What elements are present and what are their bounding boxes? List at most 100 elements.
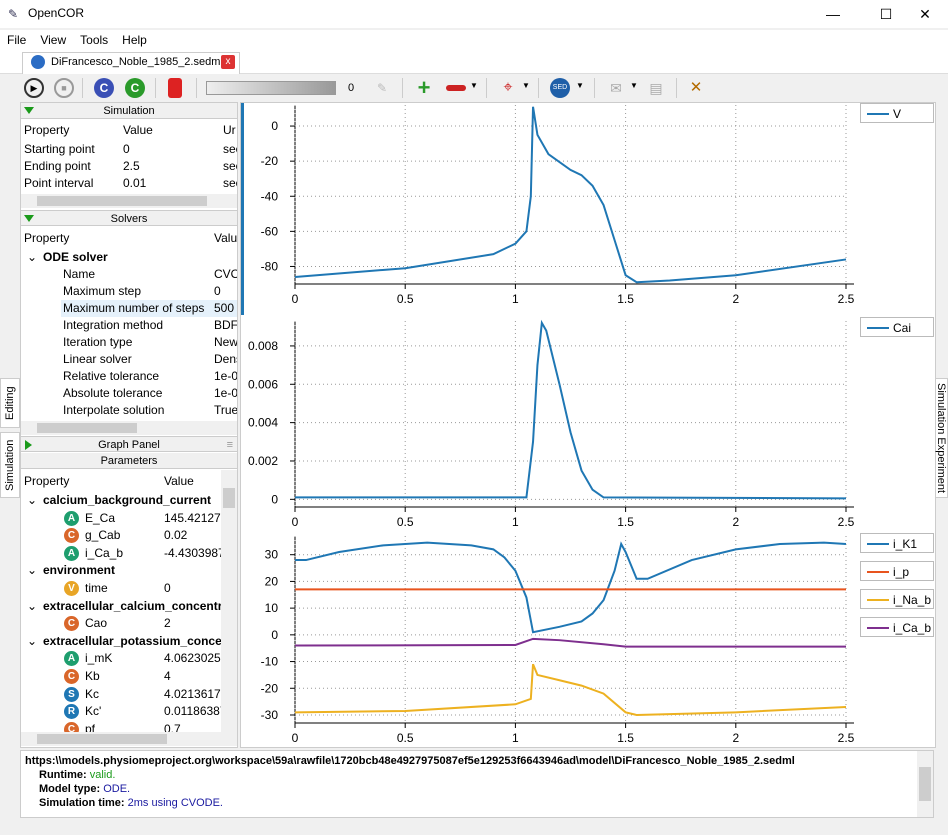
solver-row[interactable]: Integration method BDF: [21, 317, 237, 334]
ode-solver-group[interactable]: ⌄ ODE solver: [21, 249, 237, 266]
horizontal-scrollbar[interactable]: [21, 421, 237, 435]
add-graph-panel-icon[interactable]: +: [414, 77, 434, 99]
parameter-value[interactable]: 4: [164, 668, 171, 685]
simulation-side-tab[interactable]: Simulation: [0, 432, 20, 498]
x-tick-label: 0.5: [397, 731, 414, 745]
property-value[interactable]: 2.5: [123, 158, 140, 175]
chevron-down-icon: ⌄: [27, 633, 38, 648]
parameter-row[interactable]: R Kc' 0.01186387: [21, 703, 221, 720]
property-value[interactable]: 0: [214, 283, 221, 300]
parameter-row[interactable]: C Cao 2: [21, 615, 221, 632]
tools-icon[interactable]: ✕: [686, 78, 706, 98]
parameter-row[interactable]: S Kc 4.02136170: [21, 686, 221, 703]
property-value[interactable]: CVO: [214, 266, 237, 283]
property-value[interactable]: Dens: [214, 351, 237, 368]
file-tab[interactable]: DiFrancesco_Noble_1985_2.sedml: [22, 52, 240, 74]
section-title: Simulation: [103, 105, 155, 117]
legend-item[interactable]: i_Ca_b: [860, 617, 934, 637]
property-value[interactable]: 1e-0: [214, 385, 237, 402]
parameter-name: i_mK: [85, 651, 113, 666]
parameter-row[interactable]: C Kb 4: [21, 668, 221, 685]
solver-row[interactable]: Relative tolerance 1e-0: [21, 368, 237, 385]
horizontal-scrollbar[interactable]: [21, 194, 237, 208]
variable-type-icon: A: [64, 651, 79, 667]
parameter-row[interactable]: Cg_Cab 0.02: [21, 527, 221, 544]
parameter-row[interactable]: A E_Ca 145.421279: [21, 510, 221, 527]
parameter-value[interactable]: 2: [164, 615, 171, 632]
parameter-value[interactable]: 145.421279: [164, 510, 221, 527]
simulation-section-header[interactable]: Simulation: [21, 103, 237, 119]
legend-item[interactable]: V: [860, 103, 934, 123]
stop-icon[interactable]: ■: [54, 78, 74, 98]
simulation-row[interactable]: Ending point 2.5 sec: [21, 158, 237, 175]
parameter-value[interactable]: 0.01186387: [164, 703, 221, 720]
legend-item[interactable]: Cai: [860, 317, 934, 337]
minimize-button[interactable]: —: [810, 0, 856, 28]
parameter-value[interactable]: 0: [164, 580, 171, 597]
property-value[interactable]: 0.01: [123, 175, 146, 192]
component-group[interactable]: ⌄ extracellular_potassium_concen: [21, 633, 221, 650]
parameter-value[interactable]: 0.02: [164, 527, 187, 544]
property-value[interactable]: 500: [214, 300, 234, 317]
legend-item[interactable]: i_p: [860, 561, 934, 581]
simulation-experiment-side-tab[interactable]: Simulation Experiment: [935, 378, 948, 498]
cellml-export-icon[interactable]: ✉: [606, 78, 626, 98]
property-value[interactable]: BDF: [214, 317, 237, 334]
editing-side-tab[interactable]: Editing: [0, 378, 20, 428]
vertical-scrollbar[interactable]: [221, 470, 237, 732]
solver-row[interactable]: Absolute tolerance 1e-0: [21, 385, 237, 402]
clear-icon[interactable]: C: [125, 78, 145, 98]
parameter-row[interactable]: Ai_mK 4.06230252: [21, 650, 221, 667]
runtime-value: valid.: [89, 769, 116, 781]
zoom-icon[interactable]: ⌖: [498, 78, 518, 98]
settings-icon[interactable]: ✎: [372, 78, 392, 98]
reset-icon[interactable]: C: [94, 78, 114, 98]
solver-row[interactable]: Maximum step 0: [21, 283, 237, 300]
component-group[interactable]: ⌄ extracellular_calcium_concentra: [21, 598, 221, 615]
variable-type-icon: C: [64, 669, 79, 684]
y-tick-label: 0: [271, 628, 278, 642]
parameter-value[interactable]: 4.02136170: [164, 686, 221, 703]
plots-svg[interactable]: 0 0.5 1 1.5 2 2.5 0 -20 -40 -60 -80 0 0.5 1 1.5 2 2.5 0 0.…: [241, 103, 937, 749]
parameter-row[interactable]: Cpf 0.7: [21, 721, 221, 732]
run-icon[interactable]: ▶: [24, 78, 44, 98]
property-value[interactable]: True: [214, 402, 237, 419]
legend-item[interactable]: i_Na_b: [860, 589, 934, 609]
solver-row[interactable]: Iteration type New: [21, 334, 237, 351]
horizontal-scrollbar[interactable]: [21, 732, 237, 746]
solvers-section-header[interactable]: Solvers: [21, 210, 237, 226]
menu-help[interactable]: Help: [115, 30, 154, 47]
variable-type-icon: C: [64, 616, 79, 632]
menu-icon[interactable]: ≡: [227, 437, 233, 453]
parameter-row[interactable]: Vtime 0: [21, 580, 221, 597]
close-tab-button[interactable]: x: [221, 55, 235, 69]
parameter-value[interactable]: 4.06230252: [164, 650, 221, 667]
sedml-export-icon[interactable]: SED: [550, 78, 570, 98]
legend-item[interactable]: i_K1: [860, 533, 934, 553]
solver-row[interactable]: Maximum number of steps 500: [21, 300, 237, 317]
parameter-row[interactable]: Ai_Ca_b -4.4303987: [21, 545, 221, 562]
graph-panel-section-header[interactable]: Graph Panel ≡: [21, 436, 237, 452]
output-scrollbar[interactable]: [917, 751, 933, 817]
solver-row[interactable]: Linear solver Dens: [21, 351, 237, 368]
file-export-icon[interactable]: ▤: [646, 78, 666, 98]
simulation-row[interactable]: Starting point 0 sec: [21, 141, 237, 158]
property-value[interactable]: 0: [123, 141, 130, 158]
close-window-button[interactable]: ✕: [902, 0, 948, 28]
component-group[interactable]: ⌄ environment: [21, 562, 221, 579]
parameter-value[interactable]: -4.4303987: [164, 545, 221, 562]
parameter-name: Kb: [85, 669, 100, 683]
x-tick-label: 2.5: [838, 731, 855, 745]
parameter-value[interactable]: 0.7: [164, 721, 181, 732]
remove-graph-panel-icon[interactable]: [446, 85, 466, 91]
delete-data-icon[interactable]: [168, 78, 182, 98]
simulation-row[interactable]: Point interval 0.01 sec: [21, 175, 237, 192]
menu-tools[interactable]: Tools: [73, 30, 115, 47]
property-value[interactable]: New: [214, 334, 237, 351]
solver-row[interactable]: Interpolate solution True: [21, 402, 237, 419]
menu-file[interactable]: File: [0, 30, 33, 47]
property-value[interactable]: 1e-0: [214, 368, 237, 385]
menu-view[interactable]: View: [33, 30, 73, 47]
component-group[interactable]: ⌄ calcium_background_current: [21, 492, 221, 509]
solver-row[interactable]: Name CVO: [21, 266, 237, 283]
